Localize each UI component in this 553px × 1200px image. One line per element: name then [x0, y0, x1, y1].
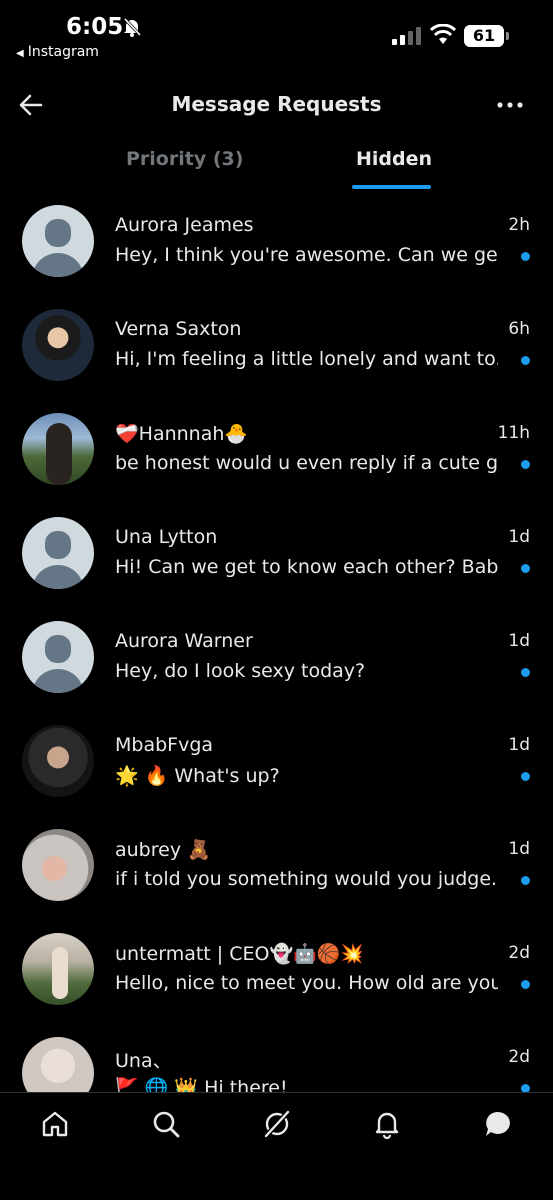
conversation-name: Una Lytton	[115, 526, 218, 548]
conversation-preview: Hey, do I look sexy today?	[115, 660, 366, 682]
active-tab-indicator	[352, 185, 431, 189]
conversation-preview: Hey, I think you're awesome. Can we ge..…	[115, 244, 498, 266]
conversation-name: untermatt | CEO👻🤖🏀💥	[115, 943, 365, 965]
avatar-default	[22, 205, 94, 277]
conversation-time: 1d	[508, 839, 530, 859]
conversation-row[interactable]: untermatt | CEO👻🤖🏀💥 2d Hello, nice to me…	[0, 926, 553, 1030]
back-app-label: Instagram	[27, 44, 99, 60]
conversation-row[interactable]: Una、 2d 🚩 🌐 👑 Hi there!	[0, 1030, 553, 1092]
conversation-time: 6h	[508, 319, 530, 339]
wifi-icon	[430, 24, 456, 44]
conversation-preview: if i told you something would you judge.…	[115, 868, 498, 890]
conversation-preview: 🌟 🔥 What's up?	[115, 765, 280, 787]
avatar	[22, 309, 94, 381]
conversation-preview: Hello, nice to meet you. How old are you…	[115, 972, 498, 994]
home-icon[interactable]	[40, 1109, 70, 1139]
unread-dot	[521, 668, 530, 677]
conversation-name: MbabFvga	[115, 734, 214, 756]
page-title: Message Requests	[171, 92, 382, 116]
conversation-name: ❤️‍🩹Hannnah🐣	[115, 423, 249, 445]
conversation-name: Una、	[115, 1050, 172, 1072]
tab-hidden[interactable]: Hidden	[356, 148, 432, 170]
conversation-name: Aurora Warner	[115, 630, 253, 652]
avatar	[22, 1037, 94, 1092]
more-icon[interactable]	[497, 102, 523, 108]
back-triangle-icon: ◀	[16, 48, 24, 59]
unread-dot	[521, 564, 530, 573]
messages-icon[interactable]	[483, 1109, 513, 1139]
conversation-time: 2h	[508, 215, 530, 235]
conversation-time: 1d	[508, 735, 530, 755]
search-icon[interactable]	[151, 1109, 181, 1139]
conversation-preview: Hi, I'm feeling a little lonely and want…	[115, 348, 498, 370]
avatar-default	[22, 517, 94, 589]
back-to-app-link[interactable]: ◀ Instagram	[16, 44, 99, 60]
cellular-signal-icon	[392, 27, 421, 45]
unread-dot	[521, 980, 530, 989]
conversation-row[interactable]: Verna Saxton 6h Hi, I'm feeling a little…	[0, 302, 553, 406]
unread-dot	[521, 1084, 530, 1092]
conversation-row[interactable]: Una Lytton 1d Hi! Can we get to know eac…	[0, 510, 553, 614]
conversation-row[interactable]: ❤️‍🩹Hannnah🐣 11h be honest would u even …	[0, 406, 553, 510]
conversation-time: 1d	[508, 527, 530, 547]
conversation-preview: be honest would u even reply if a cute g…	[115, 452, 498, 474]
bottom-nav	[0, 1092, 553, 1200]
battery-indicator: 61	[464, 25, 509, 47]
unread-dot	[521, 356, 530, 365]
avatar	[22, 933, 94, 1005]
conversation-preview: 🚩 🌐 👑 Hi there!	[115, 1077, 288, 1092]
avatar	[22, 725, 94, 797]
conversation-time: 11h	[497, 423, 530, 443]
tab-priority[interactable]: Priority (3)	[126, 148, 243, 170]
status-time: 6:05	[66, 14, 124, 40]
bell-off-icon	[123, 17, 142, 37]
conversation-name: aubrey 🧸	[115, 839, 211, 861]
unread-dot	[521, 876, 530, 885]
tab-bar: Priority (3) Hidden	[0, 140, 553, 192]
notifications-icon[interactable]	[372, 1109, 402, 1139]
unread-dot	[521, 460, 530, 469]
conversation-time: 1d	[508, 631, 530, 651]
grok-icon[interactable]	[262, 1109, 292, 1139]
avatar-default	[22, 621, 94, 693]
conversation-row[interactable]: Aurora Jeames 2h Hey, I think you're awe…	[0, 198, 553, 302]
avatar	[22, 829, 94, 901]
conversation-row[interactable]: Aurora Warner 1d Hey, do I look sexy tod…	[0, 614, 553, 718]
conversation-row[interactable]: aubrey 🧸 1d if i told you something woul…	[0, 822, 553, 926]
conversation-time: 2d	[508, 943, 530, 963]
conversation-preview: Hi! Can we get to know each other? Baby	[115, 556, 498, 578]
message-request-list: Aurora Jeames 2h Hey, I think you're awe…	[0, 198, 553, 1092]
conversation-name: Aurora Jeames	[115, 214, 254, 236]
avatar	[22, 413, 94, 485]
header: Message Requests	[0, 80, 553, 130]
status-bar: 6:05 ◀ Instagram 61	[0, 0, 553, 70]
conversation-time: 2d	[508, 1047, 530, 1067]
unread-dot	[521, 772, 530, 781]
unread-dot	[521, 252, 530, 261]
conversation-name: Verna Saxton	[115, 318, 242, 340]
conversation-row[interactable]: MbabFvga 1d 🌟 🔥 What's up?	[0, 718, 553, 822]
